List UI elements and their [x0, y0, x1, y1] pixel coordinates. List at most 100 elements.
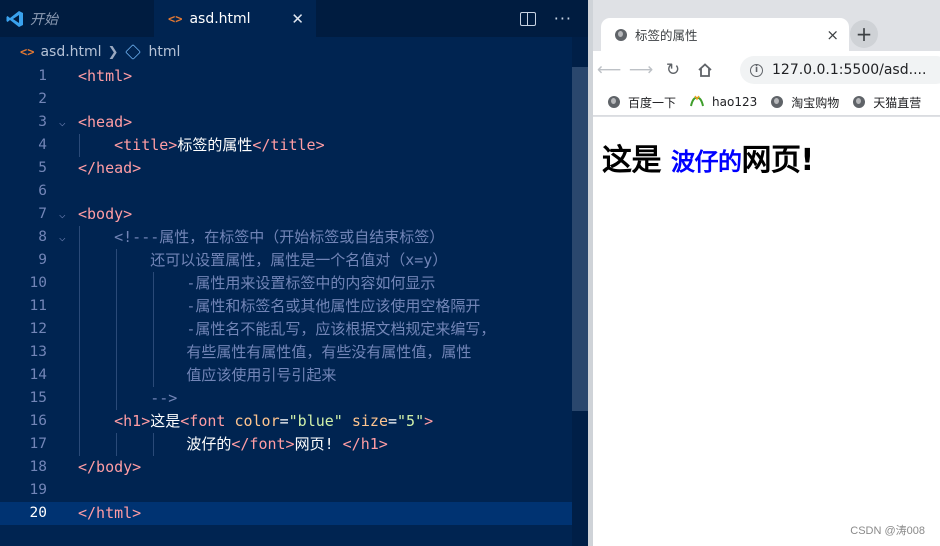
indent-guide — [116, 249, 117, 410]
code-token: size — [351, 412, 388, 430]
close-icon[interactable]: ✕ — [291, 10, 304, 28]
line-number: 12 — [29, 321, 47, 337]
code-token: </html> — [78, 504, 142, 522]
hao123-icon — [690, 95, 704, 110]
code-line[interactable]: 10 -属性用来设置标签中的内容如何显示 — [0, 272, 572, 295]
bookmarks-bar: 百度一下 hao123 淘宝购物 天猫直营 — [593, 89, 940, 116]
line-number: 2 — [38, 91, 47, 107]
line-number: 20 — [29, 505, 47, 521]
code-token: 标签的属性 — [177, 136, 253, 154]
indent-guide — [153, 433, 154, 456]
code-line[interactable]: 5 </head> — [0, 157, 572, 180]
code-text: 波仔的</font>网页! </h1> — [78, 433, 387, 456]
code-line[interactable]: 12 -属性名不能乱写，应该根据文档规定来编写， — [0, 318, 572, 341]
reload-icon[interactable]: ↻ — [657, 60, 689, 80]
code-line[interactable]: 9 还可以设置属性，属性是一个名值对（x=y） — [0, 249, 572, 272]
code-text: 还可以设置属性，属性是一个名值对（x=y） — [78, 249, 447, 272]
bookmark-hao123[interactable]: hao123 — [690, 95, 757, 110]
code-token: -属性和标签名或其他属性应该使用空格隔开 — [78, 297, 481, 315]
heading-font-text: 波仔的 — [670, 148, 742, 176]
code-line[interactable]: 16 <h1>这是<font color="blue" size="5"> — [0, 410, 572, 433]
code-token: = — [387, 412, 398, 430]
bookmark-label: 百度一下 — [628, 95, 677, 110]
chevron-right-icon: ❯ — [107, 44, 119, 60]
code-line[interactable]: 7 ⌵ <body> — [0, 203, 572, 226]
home-icon[interactable] — [689, 62, 721, 78]
line-number: 4 — [38, 137, 47, 153]
code-text: </body> — [78, 456, 141, 479]
more-actions-icon[interactable]: ··· — [554, 9, 572, 28]
html-file-icon: <> — [20, 45, 35, 59]
fold-chevron-icon[interactable]: ⌵ — [59, 111, 66, 134]
code-token: <html> — [78, 67, 133, 85]
back-arrow-icon[interactable]: ⟵ — [593, 60, 625, 80]
code-token: = — [279, 412, 289, 430]
code-line[interactable]: 2 — [0, 88, 572, 111]
breadcrumb: <> asd.html ❯ html — [0, 37, 588, 67]
code-token: -属性名不能乱写，应该根据文档规定来编写， — [78, 320, 496, 338]
code-line[interactable]: 17 波仔的</font>网页! </h1> — [0, 433, 572, 456]
code-line[interactable]: 20 </html> — [0, 502, 572, 525]
line-number: 10 — [29, 275, 47, 291]
heading-text-after: 网页! — [741, 143, 814, 178]
tab-start[interactable]: 开始 — [30, 0, 154, 37]
code-line[interactable]: 15 --> — [0, 387, 572, 410]
code-area[interactable]: 1 <html> 2 3 ⌵ <head> 4 <title>标签的属性</title> 5 <… — [0, 65, 588, 546]
code-token: 网页! — [294, 435, 343, 453]
tab-asd-html[interactable]: <> asd.html ✕ — [154, 0, 316, 37]
code-line[interactable]: 14 值应该使用引号引起来 — [0, 364, 572, 387]
code-token: <title> — [114, 136, 178, 154]
bookmark-baidu[interactable]: 百度一下 — [608, 94, 676, 111]
code-line[interactable]: 18 </body> — [0, 456, 572, 479]
fold-chevron-icon[interactable]: ⌵ — [59, 203, 66, 226]
code-line[interactable]: 19 — [0, 479, 572, 502]
bookmark-label: 淘宝购物 — [791, 95, 840, 110]
globe-icon — [615, 28, 627, 41]
code-text: <h1>这是<font color="blue" size="5"> — [78, 410, 433, 433]
browser-tab[interactable]: 标签的属性 × — [601, 18, 849, 51]
line-number: 9 — [38, 252, 47, 268]
globe-icon — [608, 96, 620, 108]
line-number: 1 — [38, 68, 47, 84]
code-text: <body> — [78, 203, 132, 226]
code-text: -属性和标签名或其他属性应该使用空格隔开 — [78, 295, 480, 318]
fold-chevron-icon[interactable]: ⌵ — [59, 226, 66, 249]
code-text: </head> — [78, 157, 141, 180]
split-editor-icon[interactable] — [519, 11, 536, 26]
code-token: </body> — [78, 458, 142, 476]
code-text: --> — [78, 387, 177, 410]
code-editor[interactable]: 开始 <> asd.html ✕ ··· <> asd.html ❯ html … — [0, 0, 588, 546]
code-line[interactable]: 13 有些属性有属性值，有些没有属性值，属性 — [0, 341, 572, 364]
tab-close-icon[interactable]: × — [826, 26, 839, 44]
line-number: 3 — [38, 114, 47, 130]
line-number: 8 — [38, 229, 47, 245]
code-token: --> — [78, 389, 178, 407]
line-number: 13 — [29, 344, 47, 360]
bookmark-taobao[interactable]: 淘宝购物 — [771, 94, 839, 111]
html-file-icon: <> — [168, 11, 183, 26]
code-line[interactable]: 3 ⌵ <head> — [0, 111, 572, 134]
page-viewport: 这是 波仔的网页! — [593, 117, 940, 546]
address-bar[interactable]: i 127.0.0.1:5500/asd.... — [740, 56, 940, 84]
code-line[interactable]: 6 — [0, 180, 572, 203]
code-line[interactable]: 11 -属性和标签名或其他属性应该使用空格隔开 — [0, 295, 572, 318]
line-number: 14 — [29, 367, 47, 383]
code-line[interactable]: 1 <html> — [0, 65, 572, 88]
code-token: </head> — [78, 159, 142, 177]
breadcrumb-file[interactable]: asd.html — [40, 44, 101, 60]
breadcrumb-element[interactable]: html — [148, 44, 180, 60]
info-icon[interactable]: i — [750, 63, 763, 77]
code-line[interactable]: 4 <title>标签的属性</title> — [0, 134, 572, 157]
page-heading: 这是 波仔的网页! — [602, 135, 814, 179]
new-tab-button[interactable]: + — [850, 20, 878, 48]
browser-toolbar: ⟵ ⟶ ↻ i 127.0.0.1:5500/asd.... — [593, 51, 940, 89]
code-line[interactable]: 8 ⌵ <!---属性，在标签中（开始标签或自结束标签） — [0, 226, 572, 249]
line-number: 15 — [29, 390, 47, 406]
code-token: </title> — [252, 136, 325, 154]
bookmark-tmall[interactable]: 天猫直营 — [853, 94, 921, 111]
code-text: -属性用来设置标签中的内容如何显示 — [78, 272, 435, 295]
code-text: <html> — [78, 65, 132, 88]
forward-arrow-icon[interactable]: ⟶ — [625, 60, 657, 80]
